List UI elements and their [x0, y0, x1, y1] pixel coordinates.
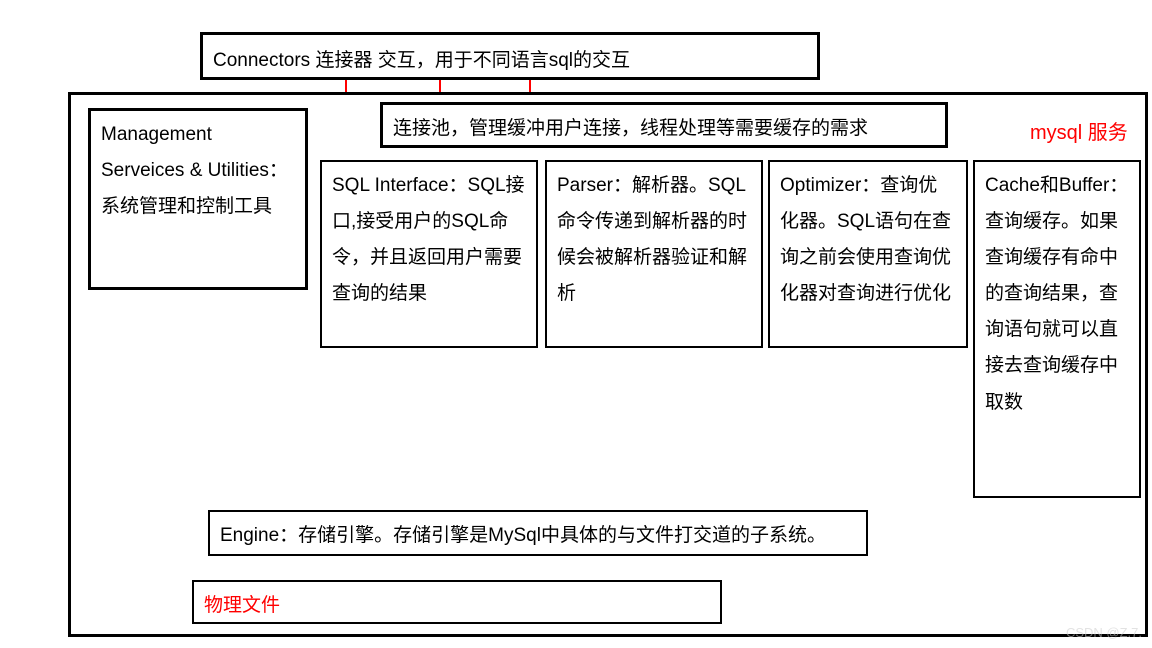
management-box: Management Serveices & Utilities：系统管理和控制…: [88, 108, 308, 290]
service-label: mysql 服务: [1030, 116, 1128, 145]
optimizer-box: Optimizer：查询优化器。SQL语句在查询之前会使用查询优化器对查询进行优…: [768, 160, 968, 348]
cache-box: Cache和Buffer：查询缓存。如果查询缓存有命中的查询结果，查询语句就可以…: [973, 160, 1141, 498]
engine-box: Engine：存储引擎。存储引擎是MySql中具体的与文件打交道的子系统。: [208, 510, 868, 556]
parser-text: Parser：解析器。SQL命令传递到解析器的时候会被解析器验证和解析: [557, 175, 747, 304]
sql-interface-box: SQL Interface：SQL接口,接受用户的SQL命令，并且返回用户需要查…: [320, 160, 538, 348]
physical-file-text: 物理文件: [204, 595, 280, 616]
connectors-box: Connectors 连接器 交互，用于不同语言sql的交互: [200, 32, 820, 80]
physical-file-box: 物理文件: [192, 580, 722, 624]
sql-interface-text: SQL Interface：SQL接口,接受用户的SQL命令，并且返回用户需要查…: [332, 175, 525, 304]
parser-box: Parser：解析器。SQL命令传递到解析器的时候会被解析器验证和解析: [545, 160, 763, 348]
watermark-text: CSDN @Z.7.: [1066, 625, 1142, 640]
engine-text: Engine：存储引擎。存储引擎是MySql中具体的与文件打交道的子系统。: [220, 525, 826, 546]
optimizer-text: Optimizer：查询优化器。SQL语句在查询之前会使用查询优化器对查询进行优…: [780, 175, 951, 304]
cache-text: Cache和Buffer：查询缓存。如果查询缓存有命中的查询结果，查询语句就可以…: [985, 175, 1128, 413]
connection-pool-box: 连接池，管理缓冲用户连接，线程处理等需要缓存的需求: [380, 102, 948, 148]
connection-pool-text: 连接池，管理缓冲用户连接，线程处理等需要缓存的需求: [393, 118, 868, 139]
connectors-text: Connectors 连接器 交互，用于不同语言sql的交互: [213, 50, 630, 71]
management-text: Management Serveices & Utilities：系统管理和控制…: [101, 124, 288, 217]
